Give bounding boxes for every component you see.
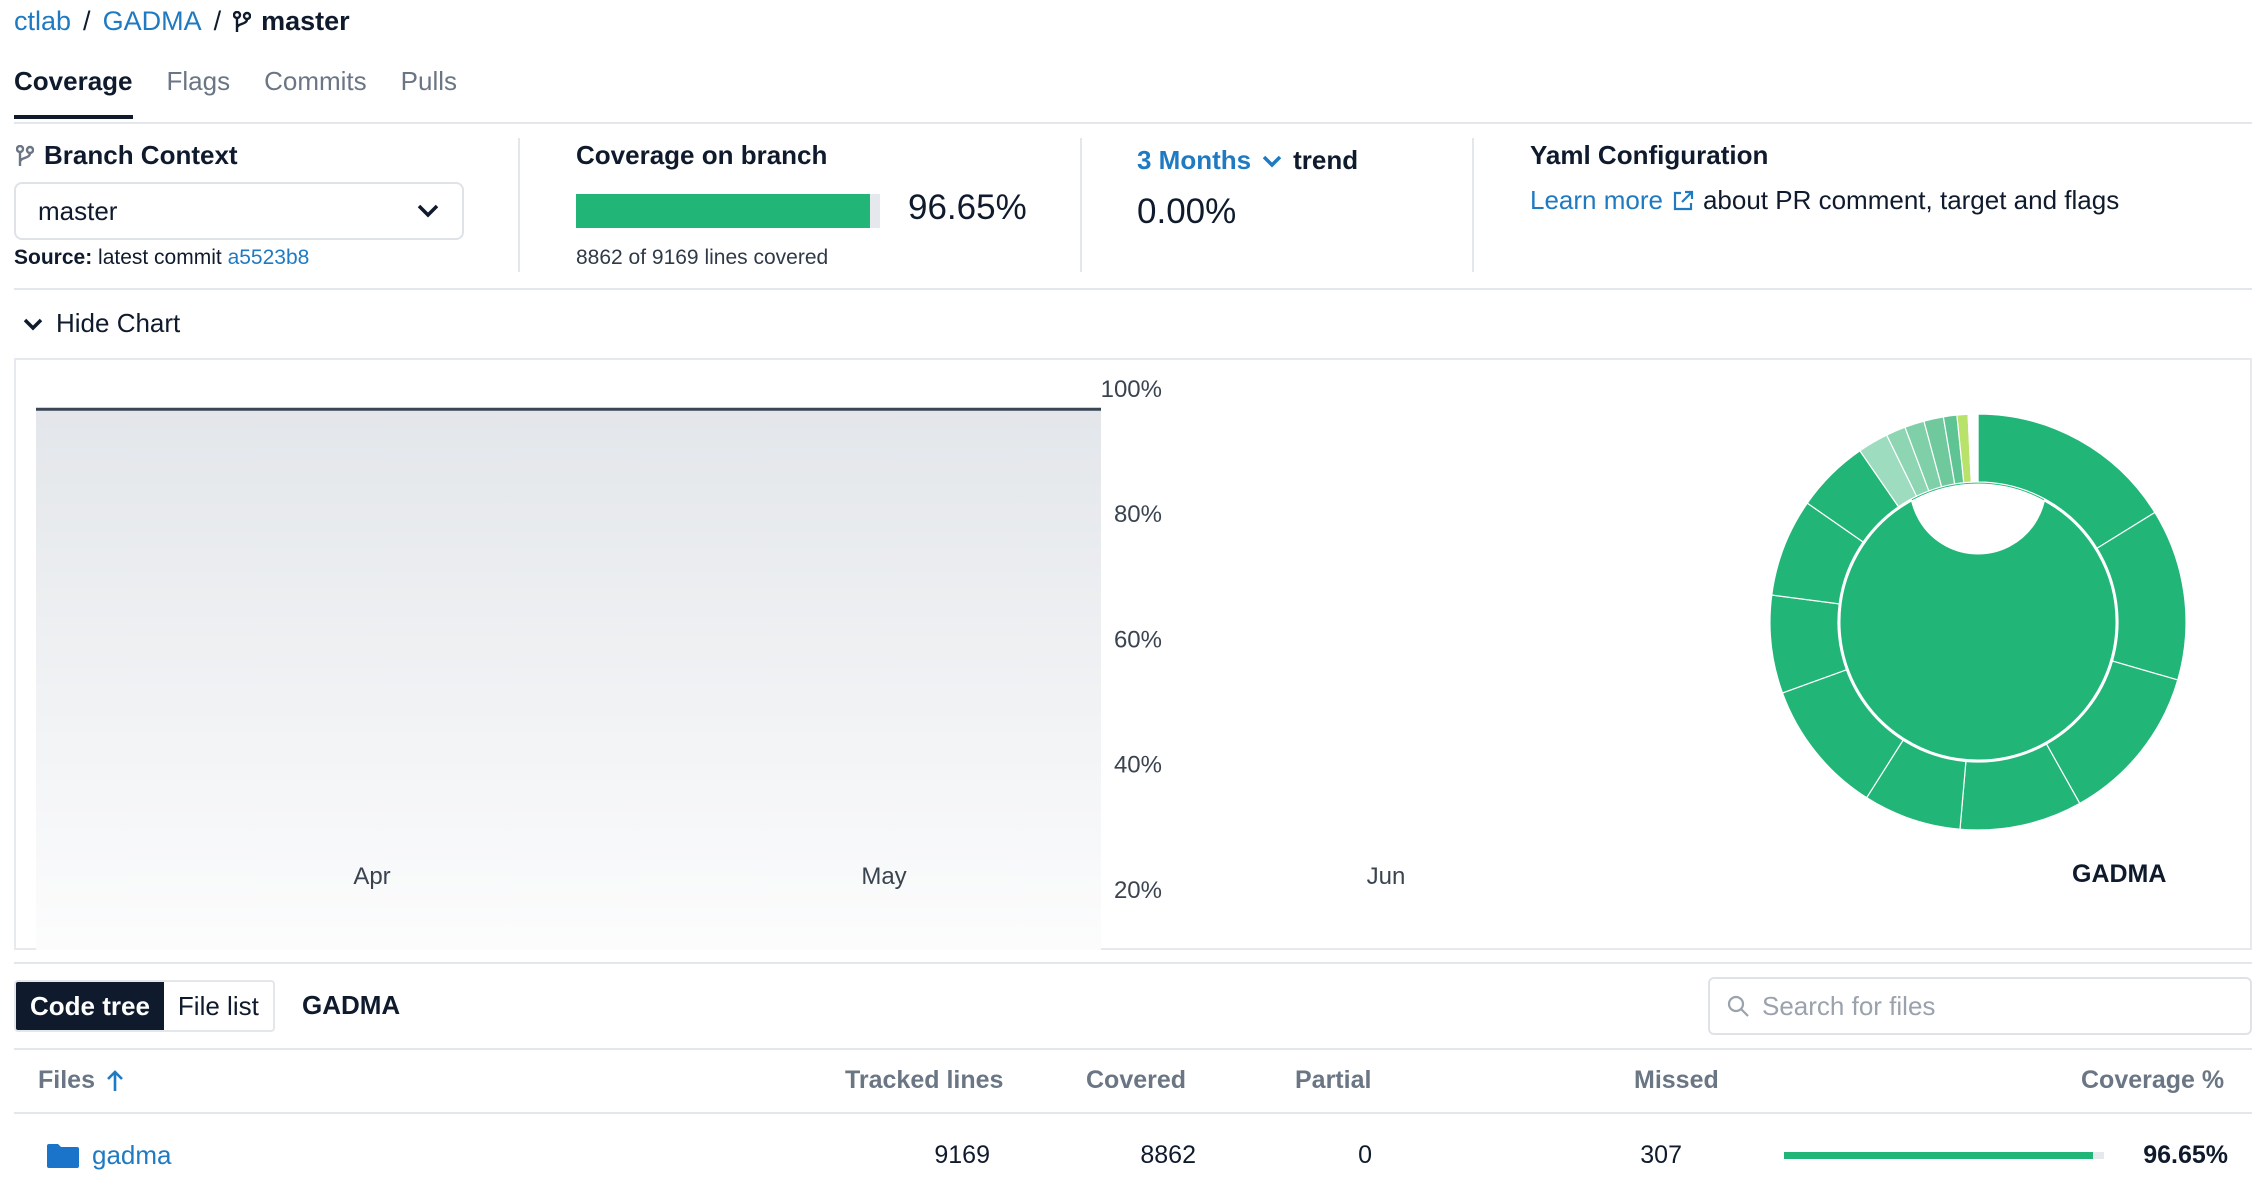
branch-select[interactable]: master [14, 182, 464, 240]
hide-chart-toggle[interactable]: Hide Chart [22, 308, 180, 339]
file-list-button[interactable]: File list [164, 982, 273, 1030]
branch-context-title: Branch Context [44, 140, 238, 170]
branch-select-value: master [38, 195, 118, 226]
tab-pulls[interactable]: Pulls [401, 66, 457, 119]
tab-bar: Coverage Flags Commits Pulls [14, 66, 457, 119]
arrow-up-icon [107, 1069, 123, 1091]
summary-divider [1080, 138, 1082, 272]
sunburst-label: GADMA [2072, 860, 2167, 888]
partial-cell: 0 [1358, 1141, 1372, 1169]
chevron-down-icon [23, 318, 43, 330]
covered-cell: 8862 [1140, 1141, 1196, 1169]
column-header-files[interactable]: Files [38, 1066, 125, 1095]
table-row: gadma 9169 8862 0 307 96.65% [14, 1118, 2252, 1188]
commit-link[interactable]: a5523b8 [228, 246, 310, 269]
tracked-lines-cell: 9169 [934, 1141, 990, 1169]
summary-divider [518, 138, 520, 272]
x-tick-label: May [861, 863, 906, 890]
column-header-covered[interactable]: Covered [1086, 1066, 1186, 1095]
branch-context-heading: Branch Context [16, 140, 238, 171]
search-input[interactable]: Search for files [1708, 977, 2252, 1035]
source-label: Source: [14, 246, 93, 269]
tab-commits[interactable]: Commits [264, 66, 367, 119]
file-cell: gadma [46, 1140, 172, 1171]
tab-flags[interactable]: Flags [167, 66, 231, 119]
header-bottom-divider [14, 1112, 2252, 1114]
column-header-coverage[interactable]: Coverage % [2081, 1066, 2224, 1095]
git-branch-icon [233, 10, 252, 32]
trend-range-select[interactable]: 3 Months [1137, 145, 1251, 176]
x-tick-label: Jun [1367, 863, 1406, 890]
row-coverage-fill [1784, 1152, 2094, 1159]
y-tick-label: 40% [1114, 752, 1162, 779]
row-coverage-bar [1784, 1152, 2104, 1159]
tab-coverage[interactable]: Coverage [14, 66, 133, 119]
column-header-partial[interactable]: Partial [1295, 1066, 1371, 1095]
lines-covered-text: 8862 of 9169 lines covered [576, 246, 829, 269]
trend-value: 0.00% [1137, 192, 1237, 231]
chevron-down-icon [417, 204, 439, 218]
toolbar-bottom-divider [14, 1048, 2252, 1050]
y-tick-label: 20% [1114, 877, 1162, 904]
column-header-missed[interactable]: Missed [1634, 1066, 1719, 1095]
coverage-page: ctlab / GADMA / master Coverage Flags Co… [0, 0, 2266, 1190]
coverage-percent: 96.65% [908, 188, 1027, 227]
external-link-icon[interactable] [1671, 189, 1695, 213]
breadcrumb: ctlab / GADMA / master [14, 6, 350, 37]
coverage-on-branch-title: Coverage on branch [576, 140, 828, 170]
search-icon [1727, 995, 1749, 1017]
summary-divider [1472, 138, 1474, 272]
yaml-config-title: Yaml Configuration [1530, 140, 1769, 170]
learn-more-link[interactable]: Learn more [1530, 185, 1663, 216]
coverage-cell: 96.65% [2143, 1141, 2228, 1169]
code-tree-button[interactable]: Code tree [16, 982, 164, 1030]
files-repo-label: GADMA [302, 990, 401, 1020]
source-text: latest commit [98, 246, 222, 269]
folder-link[interactable]: gadma [92, 1140, 172, 1171]
folder-icon [47, 1143, 79, 1168]
breadcrumb-separator: / [83, 6, 91, 36]
view-toggle: Code tree File list [14, 980, 275, 1032]
missed-cell: 307 [1640, 1141, 1682, 1169]
column-header-tracked[interactable]: Tracked lines [845, 1066, 1003, 1095]
hide-chart-label: Hide Chart [56, 308, 181, 338]
y-tick-label: 80% [1114, 501, 1162, 528]
breadcrumb-branch-label: master [261, 6, 350, 36]
y-tick-label: 100% [1101, 376, 1162, 403]
trend-label: trend [1293, 145, 1359, 175]
column-files-label: Files [38, 1066, 95, 1094]
x-tick-label: Apr [353, 863, 390, 890]
chart-bottom-divider [14, 962, 2252, 964]
source-line: Source: latest commit a5523b8 [14, 246, 309, 270]
breadcrumb-branch: master [233, 6, 350, 37]
yaml-config-line: Learn more about PR comment, target and … [1530, 185, 2119, 216]
y-tick-label: 60% [1114, 626, 1162, 653]
breadcrumb-org-link[interactable]: ctlab [14, 6, 71, 37]
breadcrumb-repo-link[interactable]: GADMA [103, 6, 202, 37]
tabs-divider [14, 122, 2252, 124]
summary-bottom-divider [14, 288, 2252, 290]
breadcrumb-separator: / [213, 6, 222, 36]
trend-area [36, 409, 1101, 950]
chevron-down-icon[interactable] [1261, 154, 1283, 168]
search-placeholder: Search for files [1762, 990, 1936, 1021]
git-branch-icon [16, 144, 34, 166]
yaml-config-text: about PR comment, target and flags [1702, 185, 2120, 215]
coverage-progress-fill [576, 194, 870, 228]
chart-panel: 100%80%60%40%20%0%AprMayJun GADMA [14, 358, 2252, 950]
trend-heading: 3 Months trend [1137, 145, 1358, 176]
coverage-trend-chart: 100%80%60%40%20%0%AprMayJun [36, 376, 1406, 950]
coverage-progress-bar [576, 194, 880, 228]
